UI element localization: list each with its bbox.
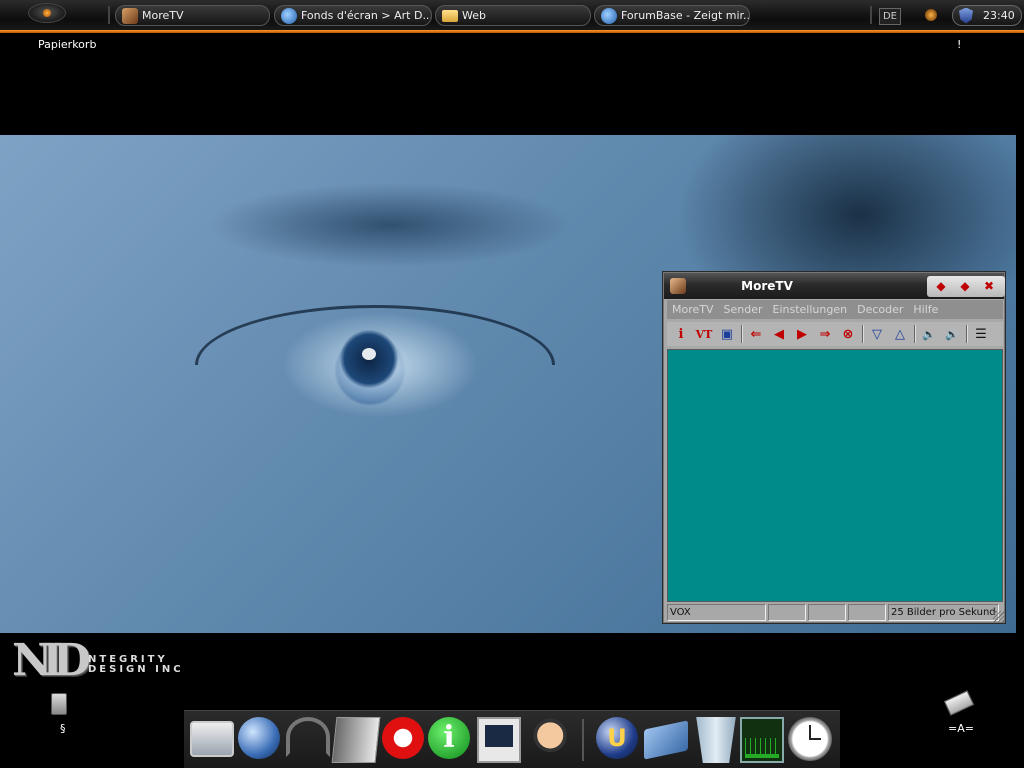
toolbar-separator	[862, 325, 863, 343]
window-title: MoreTV	[741, 279, 793, 293]
epg-button[interactable]: ▣	[717, 324, 737, 344]
system-monitor-icon[interactable]	[740, 717, 784, 763]
status-fps: 25 Bilder pro Sekund	[888, 604, 999, 621]
window-controls: ◆ ◆ ✖	[927, 276, 1005, 297]
recycle-bin-label[interactable]: Papierkorb	[38, 38, 96, 51]
usb-drive-icon[interactable]	[51, 693, 67, 715]
window-titlebar[interactable]: MoreTV ◆ ◆ ✖	[664, 273, 1005, 299]
desktop-shortcut-label[interactable]: !	[957, 38, 961, 51]
monitor-icon[interactable]	[190, 721, 234, 757]
info-button[interactable]: i	[671, 324, 691, 344]
usb-drive-label[interactable]: §	[60, 722, 66, 735]
start-button[interactable]	[28, 3, 66, 23]
logo-text-line2: DESIGN INC	[88, 664, 184, 675]
internet-explorer-icon	[601, 7, 617, 24]
last-channel-button[interactable]: ⇒	[815, 324, 835, 344]
logo-mark: NID	[12, 635, 91, 686]
x-server-icon[interactable]	[477, 717, 521, 763]
toolbar-separator	[914, 325, 915, 343]
collapse-button[interactable]: ▽	[867, 324, 887, 344]
internet-explorer-icon	[281, 7, 297, 24]
info-icon[interactable]: i	[428, 717, 470, 759]
task-button-moretv[interactable]: MoreTV	[115, 5, 270, 26]
taskbar-separator	[108, 6, 110, 24]
taskbar-accent-line	[0, 30, 1024, 33]
status-cell	[808, 604, 846, 621]
first-channel-button[interactable]: ⇐	[746, 324, 766, 344]
status-bar: VOX 25 Bilder pro Sekund	[667, 604, 1005, 621]
eye-glint	[362, 348, 376, 360]
menu-sender[interactable]: Sender	[719, 303, 768, 316]
clock-time: 23:40	[983, 9, 1015, 22]
task-button-forumbase[interactable]: ForumBase - Zeigt mir...	[594, 5, 750, 26]
logo-text: NTEGRITY DESIGN INC	[88, 655, 200, 675]
record-button[interactable]: ⊗	[838, 324, 858, 344]
tray-orb-icon[interactable]	[925, 9, 937, 21]
dock-separator	[582, 719, 584, 761]
status-channel: VOX	[667, 604, 766, 621]
prev-channel-button[interactable]: ◀	[769, 324, 789, 344]
cartoon-icon[interactable]	[526, 717, 570, 763]
expand-button[interactable]: △	[890, 324, 910, 344]
menu-hilfe[interactable]: Hilfe	[908, 303, 943, 316]
notebook-icon[interactable]	[331, 717, 381, 763]
moretv-window: MoreTV ◆ ◆ ✖ MoreTV Sender Einstellungen…	[662, 271, 1006, 624]
status-cell	[848, 604, 886, 621]
system-clock[interactable]: 23:40	[952, 5, 1022, 26]
task-label: ForumBase - Zeigt mir...	[621, 9, 750, 22]
toolbar: i VT ▣ ⇐ ◀ ▶ ⇒ ⊗ ▽ △ 🔈 🔊 ☰	[667, 322, 1003, 346]
volume-up-button[interactable]: 🔊	[942, 324, 962, 344]
resize-grip[interactable]	[993, 611, 1004, 622]
close-button[interactable]: ✖	[981, 279, 997, 294]
task-label: MoreTV	[142, 9, 184, 22]
folder-icon	[442, 9, 458, 22]
video-area[interactable]	[667, 349, 1003, 602]
toolbar-separator	[741, 325, 742, 343]
clock-icon[interactable]	[788, 717, 832, 761]
maximize-button[interactable]: ◆	[957, 279, 973, 294]
document-button[interactable]: ☰	[971, 324, 991, 344]
dock: i U	[184, 710, 840, 768]
task-label: Fonds d'écran > Art D...	[301, 9, 432, 22]
minimize-button[interactable]: ◆	[933, 279, 949, 294]
menu-bar: MoreTV Sender Einstellungen Decoder Hilf…	[667, 300, 1003, 319]
toolbar-separator	[966, 325, 967, 343]
task-button-fonds-ecran[interactable]: Fonds d'écran > Art D...	[274, 5, 432, 26]
unreal-icon[interactable]: U	[596, 717, 638, 759]
taskbar-separator	[870, 6, 872, 24]
integrity-design-logo: NID NTEGRITY DESIGN INC	[12, 636, 194, 691]
menu-moretv[interactable]: MoreTV	[667, 303, 719, 316]
globe-icon[interactable]	[238, 717, 280, 759]
next-channel-button[interactable]: ▶	[792, 324, 812, 344]
language-indicator[interactable]: DE	[879, 8, 901, 25]
taskbar: MoreTV Fonds d'écran > Art D... Web Foru…	[0, 0, 1024, 33]
moretv-icon	[122, 7, 138, 24]
videotext-button[interactable]: VT	[694, 324, 714, 344]
no-spam-icon[interactable]	[382, 717, 424, 759]
volume-down-button[interactable]: 🔈	[919, 324, 939, 344]
chip-icon[interactable]	[943, 690, 975, 716]
shield-icon[interactable]	[959, 7, 973, 24]
trash-icon[interactable]	[696, 717, 736, 763]
menu-decoder[interactable]: Decoder	[852, 303, 908, 316]
book-icon[interactable]	[644, 720, 688, 760]
chip-label[interactable]: =A=	[948, 722, 974, 735]
status-cell	[768, 604, 806, 621]
menu-einstellungen[interactable]: Einstellungen	[768, 303, 853, 316]
headset-icon[interactable]	[286, 717, 330, 757]
task-label: Web	[462, 9, 486, 22]
task-button-web[interactable]: Web	[435, 5, 591, 26]
